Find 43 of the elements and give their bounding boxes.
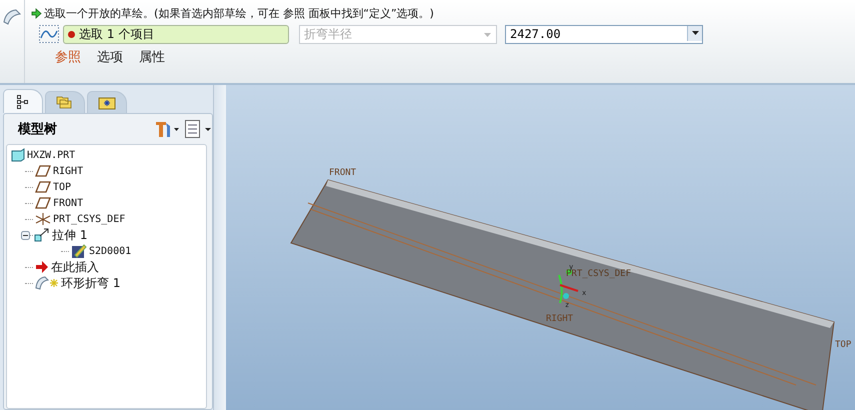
caret-icon (692, 31, 698, 35)
navigator-tab[interactable] (87, 91, 127, 113)
datum-plane-icon (35, 165, 51, 177)
dashboard-tab[interactable]: 属性 (133, 48, 171, 66)
navigator-tab[interactable] (3, 89, 43, 113)
tree-item[interactable]: HXZW.PRT (27, 150, 76, 160)
bend-feature-icon (2, 8, 22, 26)
insert-arrow-icon (35, 261, 49, 273)
tree-item[interactable]: 拉伸 1 (52, 226, 88, 244)
folders-icon (56, 95, 74, 110)
tree-item[interactable]: FRONT (53, 198, 84, 208)
arrow-icon (31, 8, 42, 18)
sketch-icon (71, 243, 87, 259)
datum-plane-icon (35, 197, 51, 209)
tree-item[interactable]: 在此插入 (51, 258, 99, 276)
tree-item[interactable]: 环形折弯 1 (61, 274, 120, 292)
selection-text: 选取 1 个项目 (79, 26, 154, 42)
tree-item[interactable]: S2D0001 (89, 246, 132, 256)
dropdown-button[interactable] (687, 26, 702, 40)
datum-label: PRT_CSYS_DEF (566, 269, 632, 279)
datum-label: RIGHT (546, 314, 574, 324)
dashboard-tab[interactable]: 参照 (49, 48, 87, 66)
prompt-message: 选取一个开放的草绘。(如果首选内部草绘，可在 参照 面板中找到“定义”选项。) (44, 6, 434, 20)
tree-icon (16, 94, 30, 108)
tree-item[interactable]: TOP (53, 182, 72, 192)
status-dot-icon (68, 30, 75, 38)
selection-collector[interactable]: 选取 1 个项目 (63, 24, 289, 44)
part-icon (11, 148, 25, 162)
bend-feature-icon (35, 276, 59, 290)
datum-plane-icon (35, 181, 51, 193)
datum-label: TOP (835, 340, 852, 350)
dashboard-tab[interactable]: 选项 (91, 48, 129, 66)
tree-item[interactable]: PRT_CSYS_DEF (53, 214, 126, 224)
datum-label: FRONT (329, 168, 356, 178)
model-tree-title: 模型树 (18, 121, 58, 138)
coordinate-system-icon (35, 212, 51, 226)
curve-icon[interactable] (39, 25, 59, 43)
tree-item[interactable]: RIGHT (53, 166, 84, 176)
collapse-toggle-icon[interactable] (21, 230, 30, 240)
extrude-icon (34, 227, 50, 243)
settings-menu-button[interactable] (154, 120, 180, 138)
show-menu-button[interactable] (184, 120, 212, 138)
radius-field[interactable]: 2427.00 (505, 24, 703, 44)
